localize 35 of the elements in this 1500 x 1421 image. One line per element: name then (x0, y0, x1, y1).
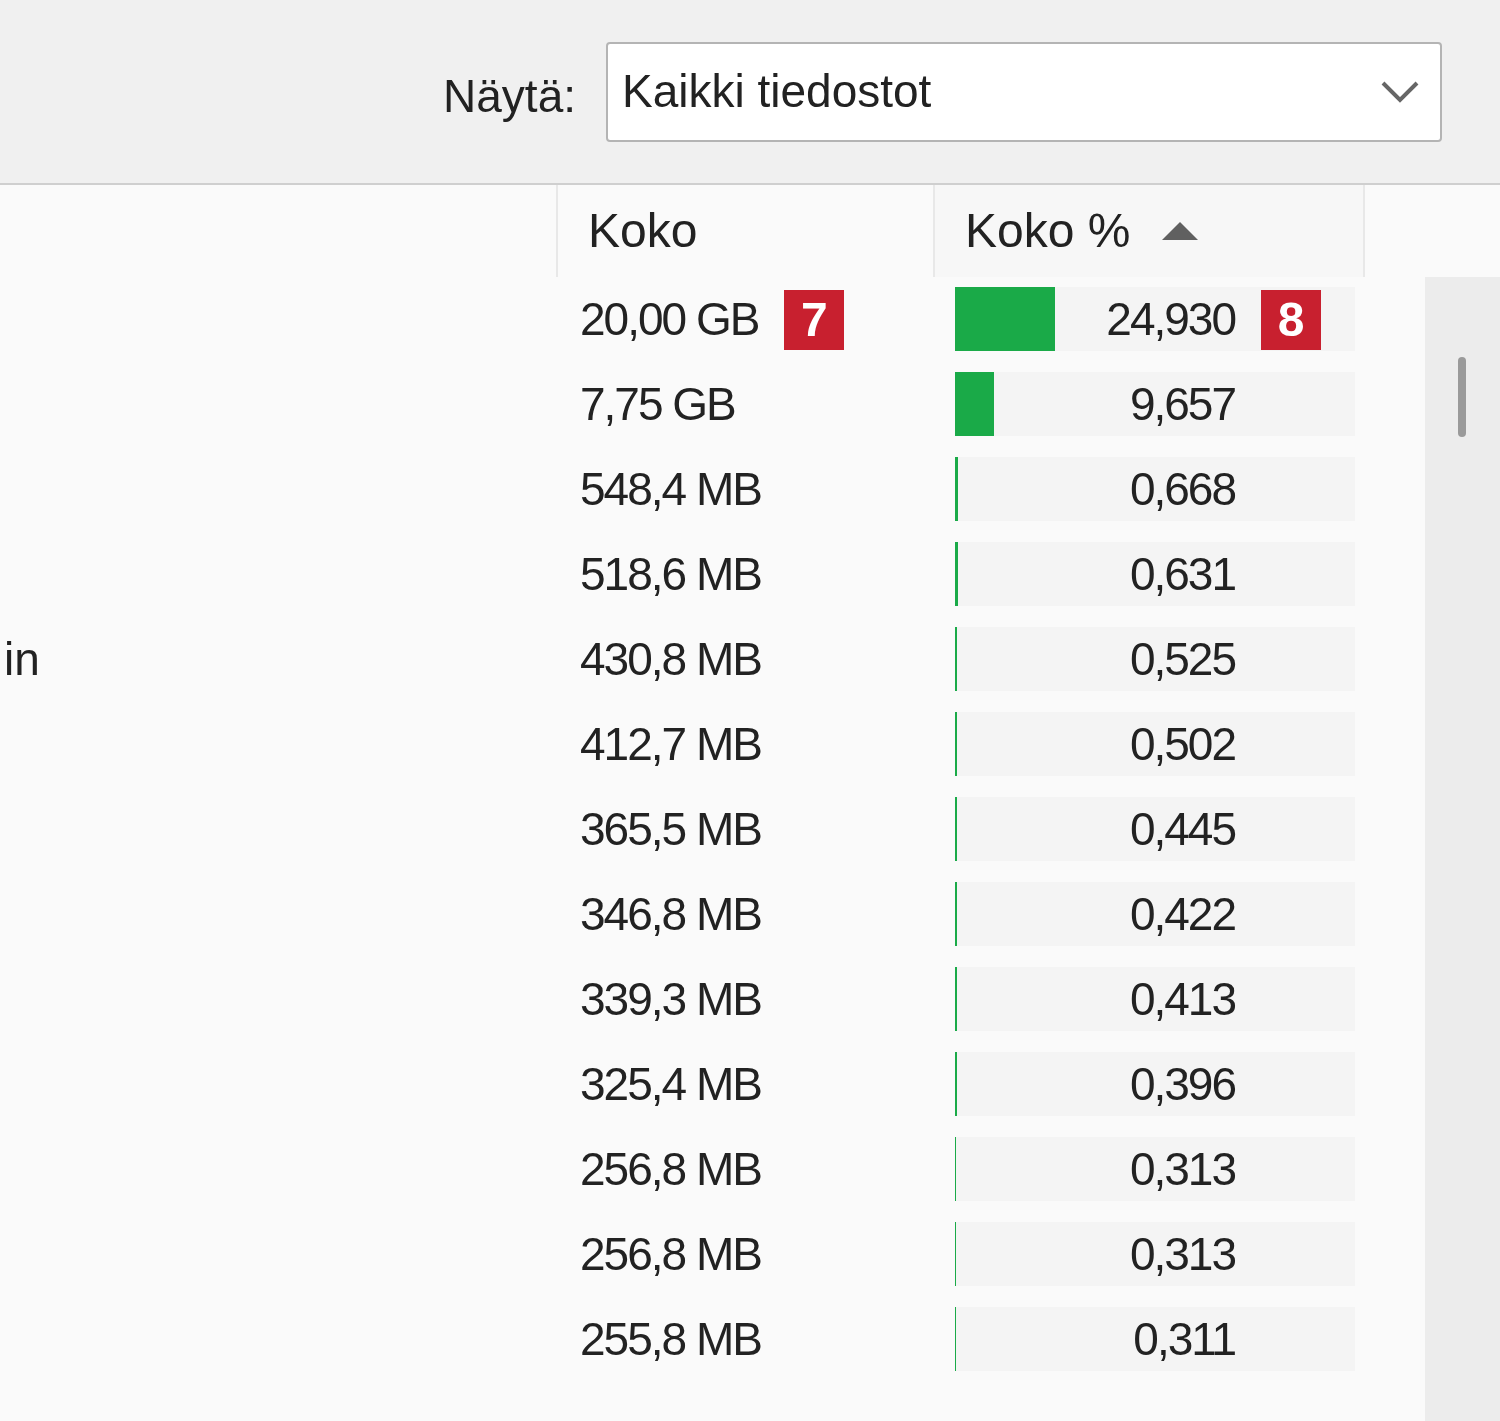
percent-value: 0,313 (1128, 1142, 1235, 1197)
scrollbar-thumb[interactable] (1458, 357, 1466, 437)
percent-value: 24,930 (1105, 292, 1235, 347)
percent-value: 0,525 (1128, 632, 1235, 687)
size-value: 325,4 MB (580, 1057, 761, 1112)
file-name: in (3, 632, 40, 687)
size-value: 20,00 GB (580, 292, 759, 347)
size-value: 256,8 MB (580, 1227, 761, 1282)
size-value: 7,75 GB (580, 377, 735, 432)
percent-value: 9,657 (1128, 377, 1235, 432)
size-value: 255,8 MB (580, 1312, 761, 1367)
percent-value: 0,668 (1128, 462, 1235, 517)
percent-value: 0,502 (1128, 717, 1235, 772)
filter-label: Näytä: (443, 69, 576, 124)
percent-value: 0,396 (1128, 1057, 1235, 1112)
percent-value: 0,445 (1128, 802, 1235, 857)
percent-value: 0,422 (1128, 887, 1235, 942)
callout-badge: 7 (784, 289, 845, 350)
size-value: 518,6 MB (580, 547, 761, 602)
callout-badge: 8 (1261, 289, 1321, 350)
percent-value: 0,631 (1128, 547, 1235, 602)
size-value: 256,8 MB (580, 1142, 761, 1197)
percent-value: 0,313 (1128, 1227, 1235, 1282)
size-value: 339,3 MB (580, 972, 761, 1027)
percent-value: 0,413 (1128, 972, 1235, 1027)
size-value: 365,5 MB (580, 802, 761, 857)
size-value: 412,7 MB (580, 717, 761, 772)
filter-dropdown[interactable]: Kaikki tiedostot (606, 41, 1442, 142)
percent-value: 0,311 (1132, 1312, 1235, 1367)
size-value: 548,4 MB (580, 462, 761, 517)
sort-up-icon (1160, 220, 1201, 242)
size-value: 346,8 MB (580, 887, 761, 942)
size-value: 430,8 MB (580, 632, 761, 687)
scrollbar[interactable] (1425, 277, 1500, 1421)
chevron-down-icon (1380, 79, 1420, 104)
